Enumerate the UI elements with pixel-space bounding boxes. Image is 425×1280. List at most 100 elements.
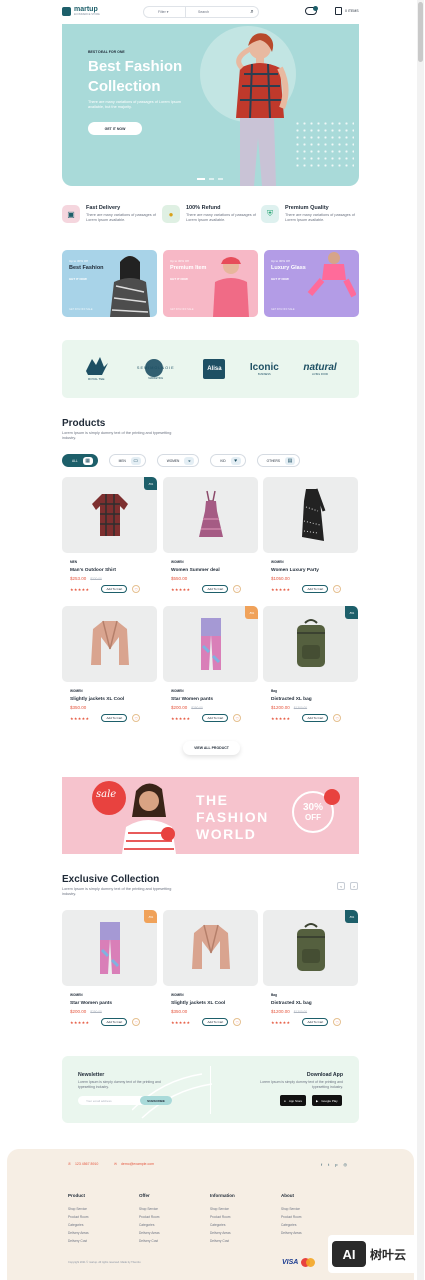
footer-link[interactable]: Shop Service bbox=[139, 1205, 160, 1213]
wishlist-heart-icon[interactable]: ♡ bbox=[132, 585, 141, 593]
product-card[interactable]: -5% Bag Distracted XL bag $1200.00 $1300.… bbox=[263, 606, 358, 722]
footer-link[interactable]: Delivery Areas bbox=[139, 1229, 160, 1237]
product-image[interactable] bbox=[163, 910, 258, 986]
product-name[interactable]: Star Women pants bbox=[62, 1001, 157, 1006]
product-card[interactable]: -5% WOMEN Star Women pants $200.00 $250.0… bbox=[163, 606, 258, 722]
footer-phone[interactable]: ✆ 123 4567 8910 bbox=[68, 1162, 98, 1166]
wishlist-heart-icon[interactable]: ♡ bbox=[233, 1018, 242, 1026]
brand-iconic[interactable]: Iconic BUSINESS bbox=[250, 362, 279, 376]
footer-link[interactable]: Shop Service bbox=[210, 1205, 235, 1213]
app-store-button[interactable]: ● App Store bbox=[280, 1095, 307, 1106]
footer-link[interactable]: Delivery Cost bbox=[210, 1237, 235, 1245]
footer-link[interactable]: Product Room bbox=[139, 1213, 160, 1221]
search-icon[interactable]: ⌕ bbox=[246, 9, 258, 16]
footer-link[interactable]: Delivery Areas bbox=[281, 1229, 302, 1237]
page-scrollbar[interactable] bbox=[417, 0, 424, 1280]
product-card[interactable]: WOMEN Women Summer deal $550.00 ★★★★★ Ad… bbox=[163, 477, 258, 593]
product-name[interactable]: Women Luxury Party bbox=[263, 568, 358, 573]
next-arrow-icon[interactable]: › bbox=[350, 882, 358, 890]
product-name[interactable]: Women Summer deal bbox=[163, 568, 258, 573]
product-card[interactable]: -5% WOMEN Star Women pants $200.00 $250.0… bbox=[62, 910, 157, 1026]
wishlist-heart-icon[interactable]: ♡ bbox=[132, 1018, 141, 1026]
add-to-cart-button[interactable]: Add To Cart bbox=[302, 585, 329, 593]
product-image[interactable] bbox=[62, 606, 157, 682]
footer-link[interactable]: Shop Service bbox=[281, 1205, 302, 1213]
footer-link[interactable]: Delivery Cost bbox=[68, 1237, 89, 1245]
google-play-button[interactable]: ▶ Google Play bbox=[312, 1095, 342, 1106]
view-all-products-button[interactable]: VIEW ALL PRODUCT bbox=[183, 741, 240, 755]
slider-dot[interactable] bbox=[209, 178, 214, 180]
footer-email[interactable]: ✉ demo@example.com bbox=[114, 1162, 154, 1166]
slider-dot[interactable] bbox=[197, 178, 205, 180]
wishlist-icon[interactable] bbox=[305, 6, 318, 15]
footer-link[interactable]: Categories bbox=[139, 1221, 160, 1229]
footer-link[interactable]: Categories bbox=[281, 1221, 302, 1229]
product-card[interactable]: -5% Bag Distracted XL bag $1200.00 $1300.… bbox=[263, 910, 358, 1026]
footer-link[interactable]: Product Room bbox=[68, 1213, 89, 1221]
brand-semimolnoie[interactable]: SEMIMOLNOIE MARKETING bbox=[133, 358, 179, 380]
brand-alisa[interactable]: Alisa bbox=[203, 359, 226, 379]
brand-royal-tee[interactable]: ROYAL TEE bbox=[84, 357, 109, 381]
scrollbar-thumb[interactable] bbox=[418, 2, 423, 62]
promo-link[interactable]: GET IT NOW bbox=[69, 277, 87, 281]
promo-card-fashion[interactable]: Up to 30% Off Best Fashion GET IT NOW GE… bbox=[62, 250, 157, 317]
search-category-select[interactable]: Filter ▾ bbox=[144, 7, 186, 17]
footer-link[interactable]: Shop Service bbox=[68, 1205, 89, 1213]
product-image[interactable]: -5% bbox=[263, 606, 358, 682]
add-to-cart-button[interactable]: Add To Cart bbox=[101, 1018, 128, 1026]
add-to-cart-button[interactable]: Add To Cart bbox=[302, 1018, 329, 1026]
promo-card-luxury[interactable]: Up to 30% Off Luxury Glass GET IT NOW GE… bbox=[264, 250, 359, 317]
footer-link[interactable]: Categories bbox=[210, 1221, 235, 1229]
promo-link[interactable]: GET IT NOW bbox=[170, 277, 188, 281]
footer-link[interactable]: Delivery Areas bbox=[210, 1229, 235, 1237]
slider-dot[interactable] bbox=[218, 178, 223, 180]
prev-arrow-icon[interactable]: ‹ bbox=[337, 882, 345, 890]
product-card[interactable]: -5% MEN Man's Outdoor Shirt $253.00 $320.… bbox=[62, 477, 157, 593]
product-image[interactable]: -5% bbox=[163, 606, 258, 682]
product-name[interactable]: Slightly jackets XL Cool bbox=[62, 697, 157, 702]
product-name[interactable]: Slightly jackets XL Cool bbox=[163, 1001, 258, 1006]
facebook-icon[interactable]: f bbox=[321, 1162, 322, 1167]
footer-link[interactable]: Product Room bbox=[281, 1213, 302, 1221]
filter-kid[interactable]: KID ♥ bbox=[210, 454, 246, 467]
add-to-cart-button[interactable]: Add To Cart bbox=[302, 714, 329, 722]
product-name[interactable]: Distracted XL bag bbox=[263, 1001, 358, 1006]
product-name[interactable]: Star Women pants bbox=[163, 697, 258, 702]
product-image[interactable]: -5% bbox=[62, 910, 157, 986]
product-name[interactable]: Man's Outdoor Shirt bbox=[62, 568, 157, 573]
cart-button[interactable]: 0 ITEMS bbox=[335, 7, 359, 15]
add-to-cart-button[interactable]: Add To Cart bbox=[202, 1018, 229, 1026]
product-image[interactable]: -5% bbox=[62, 477, 157, 553]
promo-card-premium[interactable]: Up to 30% Off Premium Item GET IT NOW GE… bbox=[163, 250, 258, 317]
add-to-cart-button[interactable]: Add To Cart bbox=[202, 714, 229, 722]
wishlist-heart-icon[interactable]: ♡ bbox=[333, 714, 342, 722]
promo-link[interactable]: GET IT NOW bbox=[271, 277, 289, 281]
twitter-icon[interactable]: t bbox=[328, 1162, 329, 1167]
hero-cta-button[interactable]: GET IT NOW bbox=[88, 122, 142, 135]
product-card[interactable]: WOMEN Slightly jackets XL Cool $350.00 ★… bbox=[62, 606, 157, 722]
fashion-world-banner[interactable]: sale THE FASHION WORLD 30% OFF bbox=[62, 777, 359, 854]
filter-men[interactable]: MEN ▭ bbox=[108, 454, 146, 467]
add-to-cart-button[interactable]: Add To Cart bbox=[101, 714, 128, 722]
wishlist-heart-icon[interactable]: ♡ bbox=[333, 585, 342, 593]
product-card[interactable]: WOMEN Slightly jackets XL Cool $350.00 ★… bbox=[163, 910, 258, 1026]
search-input[interactable]: Search bbox=[186, 10, 246, 14]
wishlist-heart-icon[interactable]: ♡ bbox=[233, 585, 242, 593]
filter-women[interactable]: WOMEN ◒ bbox=[156, 454, 200, 467]
logo[interactable]: martup ECOMMERCE STORE bbox=[62, 6, 100, 16]
wishlist-heart-icon[interactable]: ♡ bbox=[333, 1018, 342, 1026]
filter-all[interactable]: ALL ▦ bbox=[62, 454, 98, 467]
instagram-icon[interactable]: ◎ bbox=[343, 1162, 347, 1167]
wishlist-heart-icon[interactable]: ♡ bbox=[132, 714, 141, 722]
wishlist-heart-icon[interactable]: ♡ bbox=[233, 714, 242, 722]
footer-link[interactable]: Delivery Cost bbox=[139, 1237, 160, 1245]
product-image[interactable] bbox=[263, 477, 358, 553]
pinterest-icon[interactable]: p bbox=[335, 1162, 337, 1167]
product-image[interactable] bbox=[163, 477, 258, 553]
brand-natural[interactable]: natural LIVING FOOD bbox=[303, 362, 336, 376]
subscribe-button[interactable]: SUBSCRIBE bbox=[140, 1096, 172, 1105]
product-image[interactable]: -5% bbox=[263, 910, 358, 986]
footer-link[interactable]: Delivery Areas bbox=[68, 1229, 89, 1237]
add-to-cart-button[interactable]: Add To Cart bbox=[101, 585, 128, 593]
footer-link[interactable]: Product Room bbox=[210, 1213, 235, 1221]
